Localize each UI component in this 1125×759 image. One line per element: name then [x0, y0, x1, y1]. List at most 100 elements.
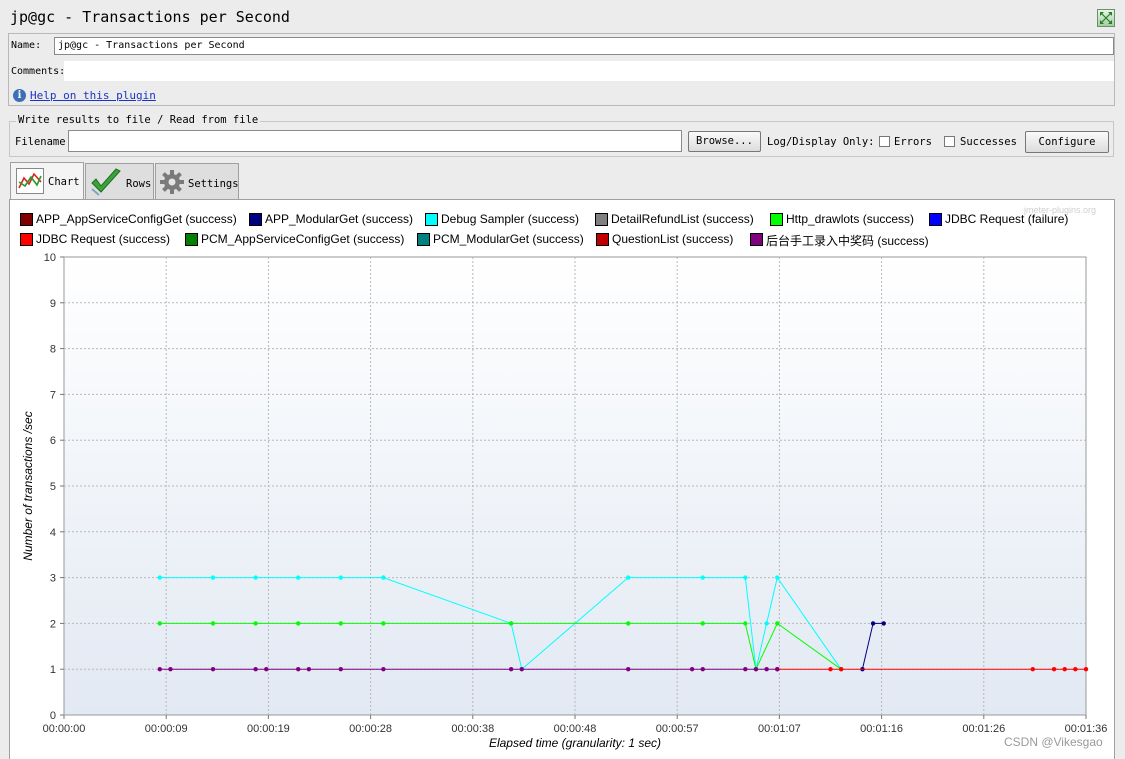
legend-label: QuestionList (success) — [612, 232, 734, 246]
data-point — [508, 621, 514, 626]
y-tick-label: 3 — [50, 573, 56, 585]
data-point — [1062, 667, 1067, 672]
data-point — [743, 575, 748, 580]
data-point — [381, 621, 386, 626]
help-link[interactable]: Help on this plugin — [30, 89, 156, 102]
legend-label: PCM_AppServiceConfigGet (success) — [201, 232, 405, 246]
y-tick-label: 2 — [50, 618, 56, 630]
info-panel: Name: jp@gc - Transactions per Second Co… — [8, 33, 1115, 106]
legend-swatch — [249, 213, 262, 226]
x-tick-label: 00:00:00 — [43, 723, 86, 735]
log-display-label: Log/Display Only: — [767, 136, 875, 148]
tab-rows[interactable]: Rows — [85, 163, 154, 199]
data-point — [1083, 667, 1089, 672]
data-point — [626, 621, 631, 626]
x-tick-label: 00:00:09 — [145, 723, 188, 735]
file-panel-title: Write results to file / Read from file — [16, 114, 261, 126]
legend-label: Http_drawlots (success) — [786, 212, 915, 226]
legend-label: APP_ModularGet (success) — [265, 212, 414, 226]
x-tick-label: 00:01:36 — [1065, 723, 1108, 735]
x-tick-label: 00:01:26 — [962, 723, 1005, 735]
y-tick-label: 10 — [44, 252, 56, 264]
data-point — [306, 667, 312, 672]
legend-label: JDBC Request (success) — [36, 232, 171, 246]
data-point — [338, 621, 343, 626]
tab-chart-label: Chart — [48, 176, 80, 188]
y-tick-label: 8 — [50, 344, 56, 356]
csdn-credit: CSDN @Vikesgao — [1004, 735, 1103, 749]
legend-label: DetailRefundList (success) — [611, 212, 754, 226]
data-point — [157, 575, 163, 580]
data-point — [381, 575, 386, 580]
tab-settings[interactable]: Settings — [155, 163, 239, 199]
legend-swatch — [20, 213, 33, 226]
data-point — [764, 621, 769, 626]
tab-chart[interactable]: Chart — [10, 162, 84, 200]
data-point — [1073, 667, 1078, 672]
data-point — [210, 667, 216, 672]
data-point — [700, 621, 705, 626]
data-point — [881, 621, 886, 626]
data-point — [168, 667, 173, 672]
comments-input[interactable] — [64, 61, 1114, 81]
x-tick-label: 00:01:07 — [758, 723, 801, 735]
successes-checkbox[interactable] — [944, 136, 955, 147]
checkmark-icon — [91, 168, 121, 196]
data-point — [689, 667, 695, 672]
tab-settings-label: Settings — [188, 178, 239, 190]
x-tick-label: 00:00:48 — [554, 723, 597, 735]
expand-icon[interactable] — [1097, 9, 1115, 27]
data-point — [338, 575, 343, 580]
data-point — [743, 667, 748, 672]
legend-label: JDBC Request (failure) — [945, 212, 1069, 226]
browse-button[interactable]: Browse... — [688, 131, 761, 152]
legend-label: PCM_ModularGet (success) — [433, 232, 584, 246]
data-point — [253, 667, 258, 672]
data-point — [753, 667, 759, 672]
data-point — [253, 575, 258, 580]
info-icon: i — [13, 89, 26, 102]
data-point — [700, 575, 705, 580]
legend-label: APP_AppServiceConfigGet (success) — [36, 212, 237, 226]
data-point — [1030, 667, 1035, 672]
y-tick-label: 7 — [50, 389, 56, 401]
data-point — [626, 575, 631, 580]
y-axis-label: Number of transactions /sec — [21, 411, 35, 560]
y-tick-label: 5 — [50, 481, 56, 493]
data-point — [838, 667, 844, 672]
chart-icon — [16, 168, 44, 194]
data-point — [338, 667, 343, 672]
configure-button[interactable]: Configure — [1025, 131, 1109, 153]
name-input[interactable]: jp@gc - Transactions per Second — [54, 37, 1114, 55]
data-point — [775, 575, 780, 580]
legend-swatch — [770, 213, 783, 226]
data-point — [743, 621, 748, 626]
data-point — [775, 621, 780, 626]
x-tick-label: 00:01:16 — [860, 723, 903, 735]
tab-rows-label: Rows — [126, 178, 152, 190]
x-tick-label: 00:00:38 — [451, 723, 494, 735]
y-tick-label: 1 — [50, 664, 56, 676]
name-label: Name: — [11, 40, 42, 51]
errors-label: Errors — [894, 136, 932, 148]
data-point — [210, 621, 216, 626]
window-title: jp@gc - Transactions per Second — [10, 8, 290, 26]
title-bar: jp@gc - Transactions per Second — [0, 0, 1125, 34]
x-tick-label: 00:00:28 — [349, 723, 392, 735]
successes-label: Successes — [960, 136, 1017, 148]
data-point — [828, 667, 833, 672]
y-tick-label: 4 — [50, 527, 56, 539]
filename-input[interactable] — [68, 130, 682, 152]
y-tick-label: 0 — [50, 710, 56, 722]
data-point — [264, 667, 269, 672]
data-point — [296, 575, 301, 580]
data-point — [157, 621, 163, 626]
data-point — [210, 575, 216, 580]
y-tick-label: 6 — [50, 435, 56, 447]
legend-label: Debug Sampler (success) — [441, 212, 580, 226]
filename-label: Filename — [15, 136, 66, 148]
legend-swatch — [929, 213, 942, 226]
data-point — [700, 667, 705, 672]
x-tick-label: 00:00:19 — [247, 723, 290, 735]
errors-checkbox[interactable] — [879, 136, 890, 147]
